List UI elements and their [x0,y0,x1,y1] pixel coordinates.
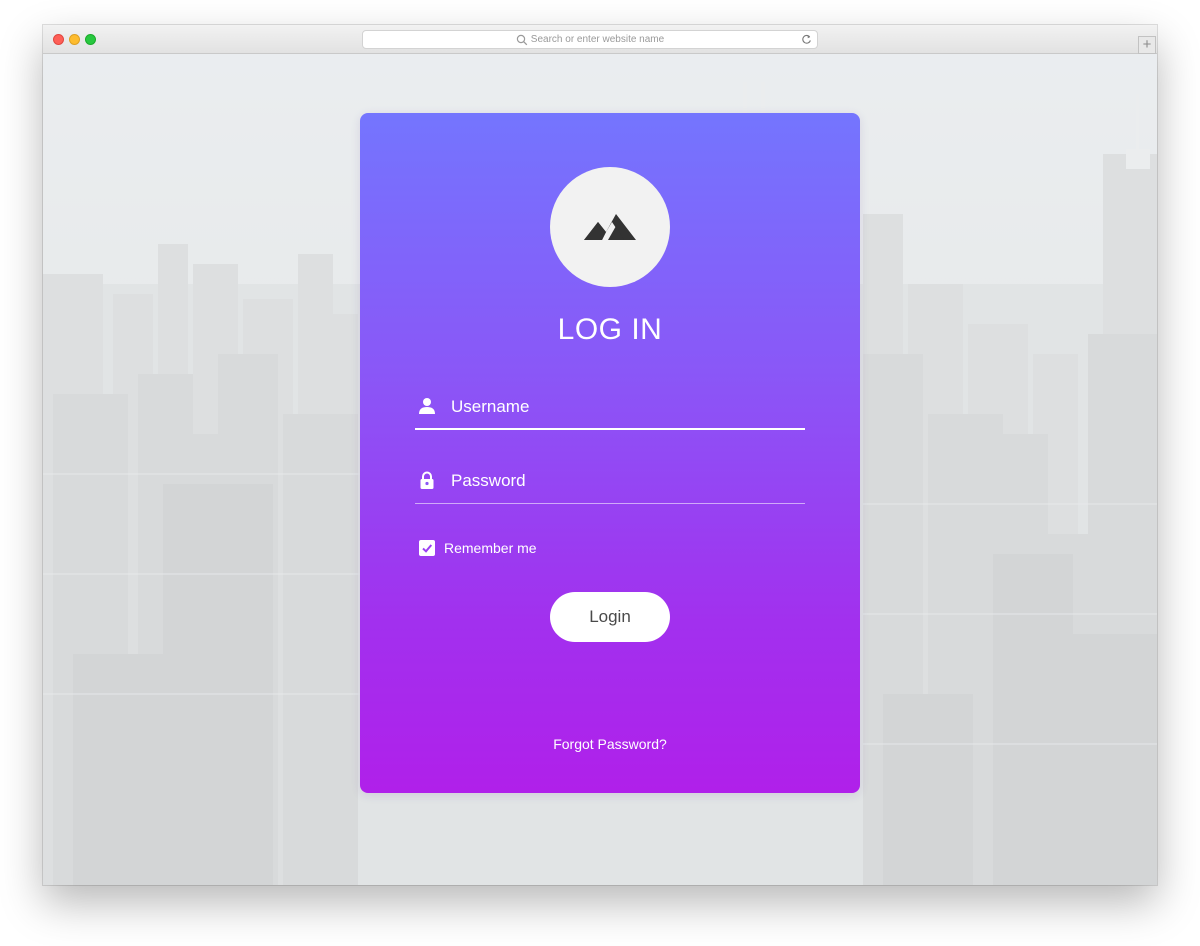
username-field [415,384,805,430]
login-button[interactable]: Login [550,592,670,642]
remember-me-label: Remember me [444,540,537,556]
lock-icon [420,471,434,489]
mountain-icon [584,214,636,240]
new-tab-button[interactable]: + [1138,36,1156,54]
password-field [415,458,805,504]
forgot-password-link[interactable]: Forgot Password? [360,736,860,752]
login-card: LOG IN Username Remember me Login Forgot… [360,113,860,793]
window-close-button[interactable] [53,34,64,45]
window-minimize-button[interactable] [69,34,80,45]
remember-me: Remember me [419,540,537,556]
password-input[interactable] [451,466,791,496]
window-maximize-button[interactable] [85,34,96,45]
remember-me-checkbox[interactable] [419,540,435,556]
avatar [550,167,670,287]
page-viewport: LOG IN Username Remember me Login Forgot… [43,54,1157,885]
user-icon [419,398,435,414]
reload-icon[interactable] [801,34,812,45]
username-input[interactable] [451,392,791,422]
address-bar[interactable]: Search or enter website name [362,30,818,49]
browser-titlebar: Search or enter website name + [43,25,1157,54]
page-title: LOG IN [557,313,663,346]
check-icon [422,544,433,553]
search-icon [516,34,528,45]
address-bar-placeholder: Search or enter website name [530,34,665,45]
browser-window: Search or enter website name + LOG IN Us… [43,25,1157,885]
